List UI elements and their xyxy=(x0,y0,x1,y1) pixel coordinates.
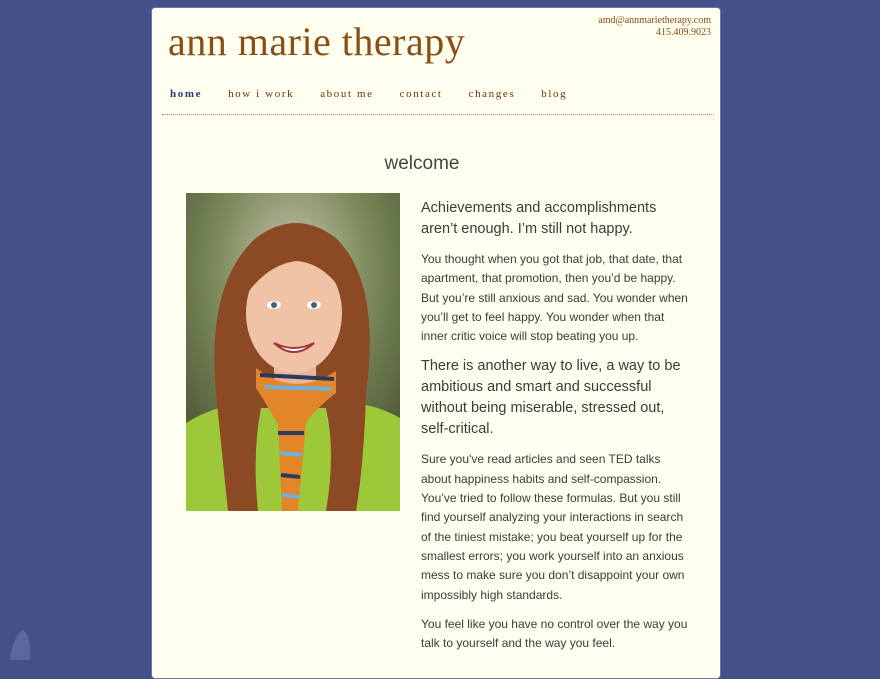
header-contact: amd@annmarietherapy.com 415.409.9023 xyxy=(598,15,711,39)
nav-divider xyxy=(162,114,714,115)
decorative-corner-shape xyxy=(10,630,31,660)
main-nav: home how i work about me contact changes… xyxy=(170,88,593,100)
nav-contact[interactable]: contact xyxy=(400,88,443,100)
nav-changes[interactable]: changes xyxy=(469,88,516,100)
nav-blog[interactable]: blog xyxy=(541,88,567,100)
page-container: amd@annmarietherapy.com 415.409.9023 ann… xyxy=(151,7,721,679)
portrait-photo xyxy=(186,193,400,511)
body-paragraph-2: Sure you've read articles and seen TED t… xyxy=(421,452,685,602)
lead-paragraph-2: There is another way to live, a way to b… xyxy=(421,358,681,438)
portrait-illustration xyxy=(186,193,400,511)
lead-paragraph-1: Achievements and accomplishments aren’t … xyxy=(421,200,657,237)
email-link[interactable]: amd@annmarietherapy.com xyxy=(598,15,711,27)
phone-number: 415.409.9023 xyxy=(656,27,711,38)
nav-how-i-work[interactable]: how i work xyxy=(228,88,294,100)
site-logo[interactable]: ann marie therapy xyxy=(168,20,465,64)
page-title: welcome xyxy=(384,153,460,174)
body-paragraph-3: You feel like you have no control over t… xyxy=(421,616,688,651)
body-paragraph-1: You thought when you got that job, that … xyxy=(421,252,688,344)
main-content: Achievements and accomplishments aren’t … xyxy=(421,198,691,663)
nav-home[interactable]: home xyxy=(170,88,202,100)
nav-about-me[interactable]: about me xyxy=(320,88,373,100)
